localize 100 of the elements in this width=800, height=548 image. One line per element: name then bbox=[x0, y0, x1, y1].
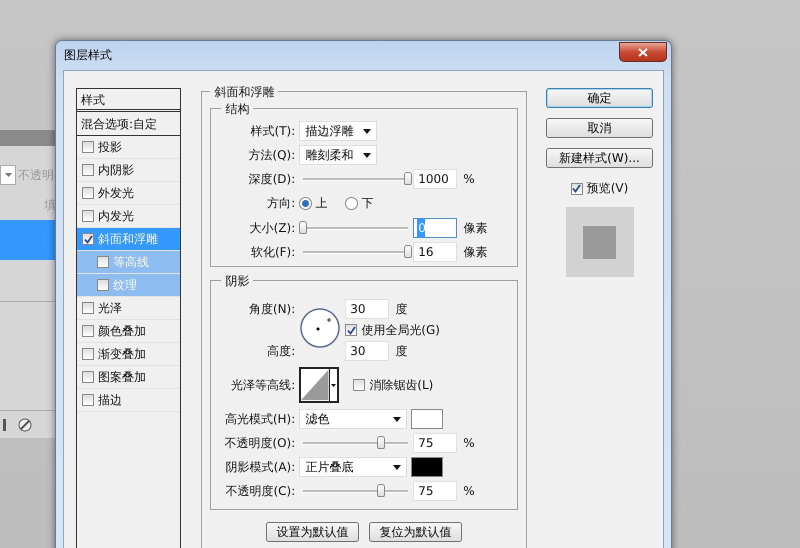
checkbox[interactable] bbox=[82, 164, 94, 176]
checkbox[interactable] bbox=[97, 256, 109, 268]
field-label: 大小(Z): bbox=[248, 220, 296, 236]
field-label: 不透明度(O): bbox=[223, 434, 296, 452]
number-field[interactable]: 30 bbox=[345, 341, 390, 361]
checkbox[interactable] bbox=[97, 279, 109, 291]
style-item[interactable]: 颜色叠加 bbox=[77, 320, 180, 343]
close-button[interactable] bbox=[619, 42, 667, 62]
checkbox[interactable] bbox=[345, 324, 358, 336]
field-label: 软化(F): bbox=[250, 244, 296, 260]
angle-dial-icon[interactable] bbox=[299, 307, 342, 349]
slider-thumb[interactable] bbox=[376, 484, 385, 497]
style-label: 等高线 bbox=[113, 254, 149, 270]
adjustment-icon[interactable] bbox=[18, 418, 32, 432]
contour-curve-icon bbox=[301, 369, 329, 401]
dialog-button[interactable]: 新建样式(W)... bbox=[546, 148, 653, 168]
checkbox[interactable] bbox=[82, 371, 94, 383]
style-label: 投影 bbox=[98, 138, 122, 156]
color-swatch[interactable] bbox=[411, 409, 444, 429]
blending-options-item[interactable]: 混合选项:自定 bbox=[77, 112, 180, 136]
checkbox[interactable] bbox=[82, 187, 94, 199]
checkbox[interactable] bbox=[353, 379, 366, 391]
color-swatch[interactable] bbox=[411, 457, 444, 477]
dialog-button[interactable]: 确定 bbox=[546, 88, 653, 108]
unit-label: % bbox=[463, 436, 475, 450]
checkmark-icon bbox=[84, 234, 92, 244]
style-label: 内发光 bbox=[98, 208, 134, 224]
checkbox[interactable] bbox=[82, 394, 94, 406]
checkbox[interactable] bbox=[82, 141, 94, 153]
dropdown[interactable]: 正片叠底 bbox=[299, 457, 408, 477]
radio-label: 下 bbox=[361, 195, 374, 212]
window-title: 图层样式 bbox=[64, 47, 112, 64]
checkmark-icon bbox=[346, 326, 356, 334]
checkbox[interactable] bbox=[82, 302, 94, 314]
field-label: 阴影模式(A): bbox=[224, 458, 296, 476]
checkbox[interactable] bbox=[82, 210, 94, 222]
style-label: 斜面和浮雕 bbox=[98, 230, 158, 248]
checkbox[interactable] bbox=[570, 182, 583, 194]
group-title: 结构 bbox=[221, 101, 254, 118]
dialog-button[interactable]: 取消 bbox=[546, 118, 653, 138]
caret-icon bbox=[4, 173, 12, 177]
style-label: 描边 bbox=[98, 392, 122, 408]
style-item[interactable]: 外发光 bbox=[77, 182, 180, 205]
opacity-label: 不透明 bbox=[18, 166, 54, 184]
style-label: 光泽 bbox=[98, 300, 122, 316]
radio-button[interactable] bbox=[345, 197, 358, 210]
unit-label: 像素 bbox=[463, 244, 488, 260]
radio-label: 上 bbox=[315, 195, 328, 212]
unit-label: 度 bbox=[395, 300, 408, 318]
number-field[interactable]: 75 bbox=[413, 433, 458, 453]
caret-icon bbox=[363, 128, 372, 134]
field-label: 方向: bbox=[266, 195, 296, 212]
number-field[interactable]: 30 bbox=[345, 299, 390, 319]
dropdown[interactable]: 描边浮雕 bbox=[299, 121, 378, 141]
panel-header-bar bbox=[0, 130, 56, 146]
slider-thumb[interactable] bbox=[404, 245, 412, 258]
default-button[interactable]: 设置为默认值 bbox=[266, 522, 360, 542]
list-header: 样式 bbox=[77, 89, 180, 112]
preview-square bbox=[583, 226, 616, 258]
unit-label: 像素 bbox=[463, 220, 488, 236]
unit-label: 度 bbox=[395, 342, 408, 360]
default-button[interactable]: 复位为默认值 bbox=[369, 522, 462, 542]
style-item[interactable]: 光泽 bbox=[77, 297, 180, 320]
slider-thumb[interactable] bbox=[404, 172, 412, 185]
checkbox-label: 使用全局光(G) bbox=[361, 322, 440, 338]
field-label: 高度: bbox=[266, 342, 296, 360]
style-item[interactable]: 渐变叠加 bbox=[77, 343, 180, 366]
group-title: 阴影 bbox=[221, 273, 254, 290]
style-label: 内阴影 bbox=[98, 162, 134, 178]
unit-label: % bbox=[463, 172, 475, 186]
radio-button[interactable] bbox=[299, 197, 312, 210]
fill-label: 填 bbox=[44, 196, 56, 214]
style-label: 颜色叠加 bbox=[98, 322, 146, 340]
style-item[interactable]: 投影 bbox=[77, 136, 180, 159]
style-item[interactable]: 描边 bbox=[77, 389, 180, 412]
slider-thumb[interactable] bbox=[299, 221, 308, 234]
dropdown[interactable]: 雕刻柔和 bbox=[299, 145, 378, 165]
field-label: 不透明度(C): bbox=[224, 482, 296, 500]
unit-label: % bbox=[463, 484, 475, 498]
slider-thumb[interactable] bbox=[376, 436, 385, 449]
checkbox[interactable] bbox=[82, 233, 94, 245]
field-label: 光泽等高线: bbox=[230, 376, 296, 394]
field-label: 方法(Q): bbox=[247, 146, 296, 164]
contour-picker[interactable] bbox=[299, 367, 340, 403]
style-item[interactable]: 图案叠加 bbox=[77, 366, 180, 389]
section-title: 斜面和浮雕 bbox=[210, 84, 278, 101]
blend-dropdown[interactable] bbox=[0, 165, 16, 185]
style-label: 纹理 bbox=[113, 276, 137, 294]
checkbox[interactable] bbox=[82, 348, 94, 360]
close-icon bbox=[638, 48, 648, 56]
number-field[interactable]: 16 bbox=[413, 242, 458, 262]
style-label: 渐变叠加 bbox=[98, 346, 146, 362]
checkbox[interactable] bbox=[82, 325, 94, 337]
checkbox-label: 预览(V) bbox=[586, 180, 628, 197]
caret-icon bbox=[393, 416, 402, 422]
checkmark-icon bbox=[572, 184, 582, 193]
number-field[interactable]: 75 bbox=[413, 481, 458, 501]
number-field[interactable]: 1000 bbox=[413, 169, 458, 189]
dropdown[interactable]: 滤色 bbox=[299, 409, 408, 429]
style-item[interactable]: 内阴影 bbox=[77, 159, 180, 182]
